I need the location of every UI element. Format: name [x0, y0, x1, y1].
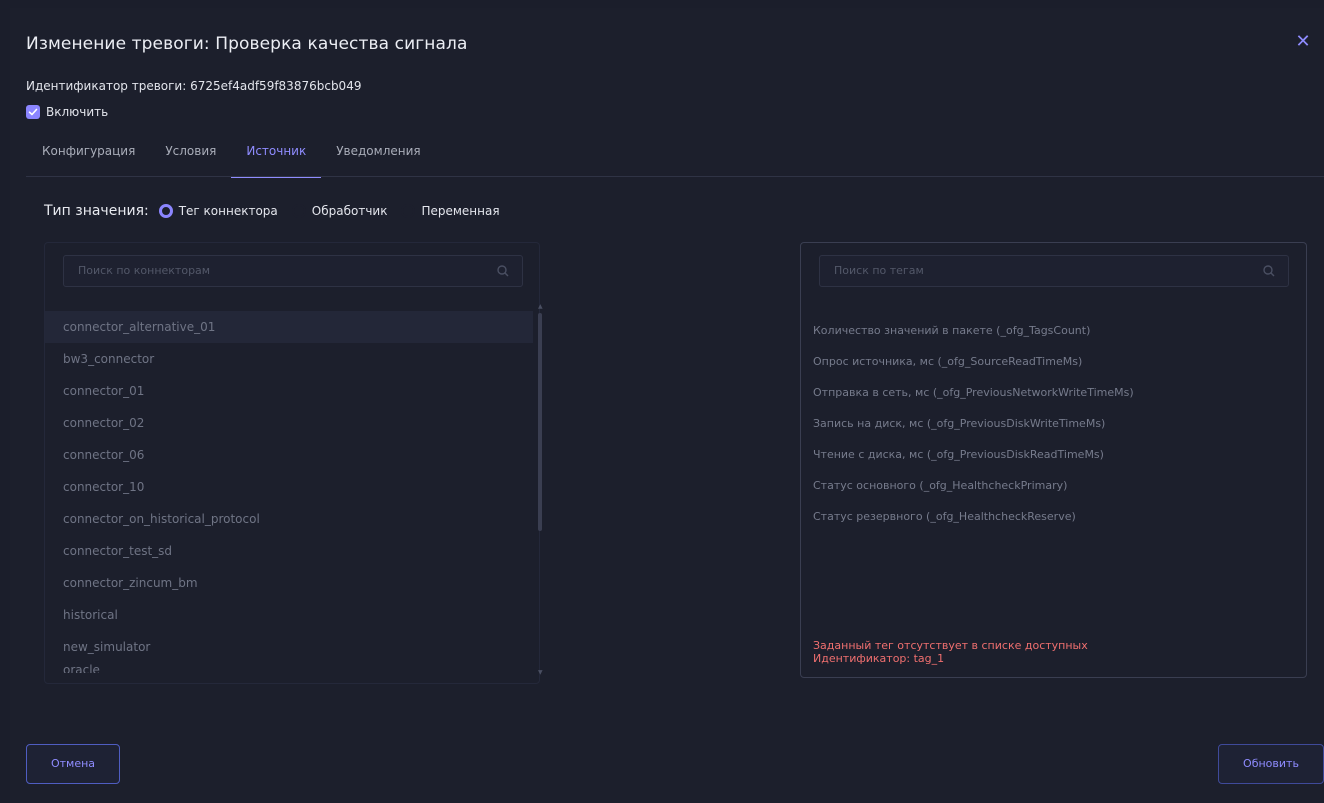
cancel-button[interactable]: Отмена [26, 744, 120, 784]
update-button[interactable]: Обновить [1218, 744, 1324, 784]
tab-notifications[interactable]: Уведомления [321, 138, 435, 178]
list-item[interactable]: Опрос источника, мс (_ofg_SourceReadTime… [801, 346, 1306, 377]
connector-list-scrollbar[interactable]: ▲ ▼ [537, 304, 543, 679]
list-item[interactable]: connector_test_sd [45, 535, 533, 567]
list-item[interactable]: Отправка в сеть, мс (_ofg_PreviousNetwor… [801, 377, 1306, 408]
radio-variable-label: Переменная [421, 204, 500, 218]
radio-handler[interactable]: Обработчик [291, 204, 388, 218]
radio-connector-tag-indicator[interactable] [158, 204, 173, 218]
connector-panel: Поиск по коннекторам connector_alternati… [44, 242, 543, 684]
radio-handler-label: Обработчик [311, 204, 388, 218]
list-item[interactable]: connector_02 [45, 407, 533, 439]
tag-list: Количество значений в пакете (_ofg_TagsC… [801, 315, 1306, 532]
list-item[interactable]: connector_zincum_bm [45, 567, 533, 599]
connector-search-input[interactable]: Поиск по коннекторам [63, 255, 523, 287]
tab-configuration[interactable]: Конфигурация [26, 138, 150, 178]
value-type-selector: Тип значения: Тег коннектора Обработчик … [44, 203, 514, 219]
list-item[interactable]: connector_on_historical_protocol [45, 503, 533, 535]
list-item[interactable]: connector_alternative_01 [45, 311, 533, 343]
list-item[interactable]: Чтение с диска, мс (_ofg_PreviousDiskRea… [801, 439, 1306, 470]
tag-search-placeholder: Поиск по тегам [834, 264, 924, 277]
tab-bar: Конфигурация Условия Источник Уведомлени… [26, 138, 436, 178]
list-item[interactable]: connector_01 [45, 375, 533, 407]
scroll-down-icon[interactable]: ▼ [538, 670, 543, 676]
alarm-id: Идентификатор тревоги: 6725ef4adf59f8387… [26, 79, 362, 93]
tag-search-input[interactable]: Поиск по тегам [819, 255, 1289, 287]
tab-conditions[interactable]: Условия [150, 138, 231, 178]
close-icon[interactable]: ✕ [1293, 32, 1313, 52]
connector-list: connector_alternative_01 bw3_connector c… [45, 311, 533, 673]
list-item[interactable]: oracle [45, 663, 533, 673]
list-item[interactable]: Запись на диск, мс (_ofg_PreviousDiskWri… [801, 408, 1306, 439]
tag-panel: Поиск по тегам Количество значений в пак… [800, 242, 1307, 678]
enable-label: Включить [46, 105, 109, 119]
radio-handler-indicator[interactable] [291, 204, 306, 218]
enable-checkbox[interactable] [26, 105, 40, 119]
radio-connector-tag-label: Тег коннектора [178, 204, 278, 218]
list-item[interactable]: Количество значений в пакете (_ofg_TagsC… [801, 315, 1306, 346]
list-item[interactable]: bw3_connector [45, 343, 533, 375]
list-item[interactable]: Статус резервного (_ofg_HealthcheckReser… [801, 501, 1306, 532]
radio-variable-indicator[interactable] [401, 204, 416, 218]
scroll-thumb[interactable] [538, 313, 542, 531]
search-icon [497, 265, 509, 277]
tag-error-message: Заданный тег отсутствует в списке доступ… [813, 639, 1088, 665]
scroll-up-icon[interactable]: ▲ [538, 304, 543, 310]
tab-source[interactable]: Источник [231, 138, 322, 178]
tag-error-identifier: Идентификатор: tag_1 [813, 652, 945, 665]
tag-error-line: Заданный тег отсутствует в списке доступ… [813, 639, 1088, 652]
list-item[interactable]: connector_10 [45, 471, 533, 503]
radio-variable[interactable]: Переменная [401, 204, 500, 218]
checkmark-icon [28, 108, 38, 116]
list-item[interactable]: historical [45, 599, 533, 631]
dialog-title: Изменение тревоги: Проверка качества сиг… [26, 34, 468, 54]
enable-toggle[interactable]: Включить [26, 105, 108, 119]
radio-connector-tag[interactable]: Тег коннектора [158, 204, 278, 218]
list-item[interactable]: new_simulator [45, 631, 533, 663]
value-type-label: Тип значения: [44, 203, 149, 219]
list-item[interactable]: Статус основного (_ofg_HealthcheckPrimar… [801, 470, 1306, 501]
list-item[interactable]: connector_06 [45, 439, 533, 471]
tabs-divider [26, 176, 1324, 177]
connector-search-placeholder: Поиск по коннекторам [78, 264, 211, 277]
search-icon [1263, 265, 1275, 277]
edit-alarm-dialog: Изменение тревоги: Проверка качества сиг… [10, 8, 1324, 803]
